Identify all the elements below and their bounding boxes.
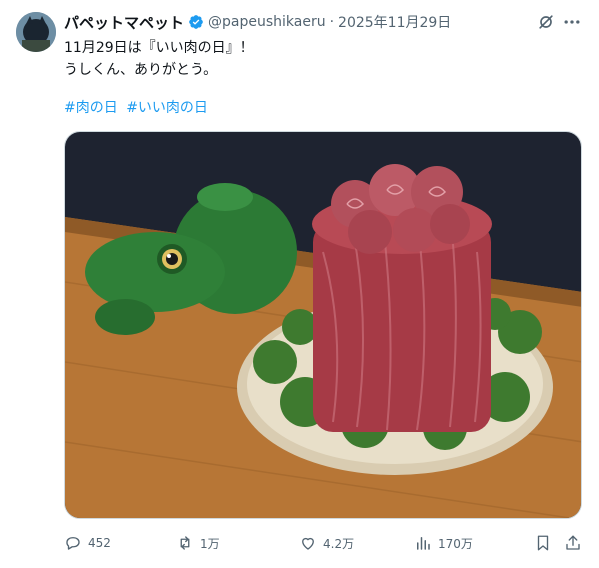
verified-badge-icon: [189, 15, 203, 29]
avatar[interactable]: [16, 12, 56, 52]
user-handle[interactable]: @papeushikaeru: [208, 14, 326, 30]
tweet-photo[interactable]: [64, 131, 582, 519]
retweet-count: 1万: [200, 536, 220, 551]
hashtag-link[interactable]: #いい肉の日: [126, 100, 208, 116]
bookmark-button[interactable]: [534, 530, 558, 556]
grok-icon[interactable]: [536, 12, 556, 32]
like-count: 4.2万: [323, 536, 355, 551]
tweet-date[interactable]: 2025年11月29日: [338, 12, 451, 32]
reply-icon: [66, 537, 80, 550]
hashtag-list: #肉の日 #いい肉の日: [64, 97, 212, 119]
display-name[interactable]: パペットマペット: [64, 12, 184, 33]
tweet-actions: 452 1万 4.2万 170万: [64, 530, 582, 556]
retweet-button[interactable]: 1万: [176, 530, 220, 556]
more-icon[interactable]: [562, 12, 582, 32]
meat-tower: [312, 164, 492, 432]
bookmark-icon: [537, 535, 549, 551]
hashtag-link[interactable]: #肉の日: [64, 100, 118, 116]
like-button[interactable]: 4.2万: [299, 530, 354, 556]
tweet-card[interactable]: パペットマペット @papeushikaeru · 2025年11月29日 11…: [0, 0, 599, 568]
tweet-text-line: うしくん、ありがとう。: [64, 62, 218, 78]
retweet-icon: [180, 536, 190, 550]
tweet-text-line: 11月29日は『いい肉の日』！: [64, 40, 254, 56]
share-icon: [566, 535, 580, 550]
share-button[interactable]: [564, 530, 588, 556]
reply-count: 452: [88, 536, 111, 550]
separator: ·: [329, 14, 335, 30]
tweet-header: パペットマペット @papeushikaeru · 2025年11月29日: [64, 12, 451, 32]
like-icon: [302, 537, 314, 550]
views-button[interactable]: 170万: [414, 530, 473, 556]
views-icon: [417, 537, 430, 550]
reply-button[interactable]: 452: [64, 530, 111, 556]
tweet-text: 11月29日は『いい肉の日』！ うしくん、ありがとう。: [64, 37, 254, 81]
views-count: 170万: [438, 536, 473, 551]
